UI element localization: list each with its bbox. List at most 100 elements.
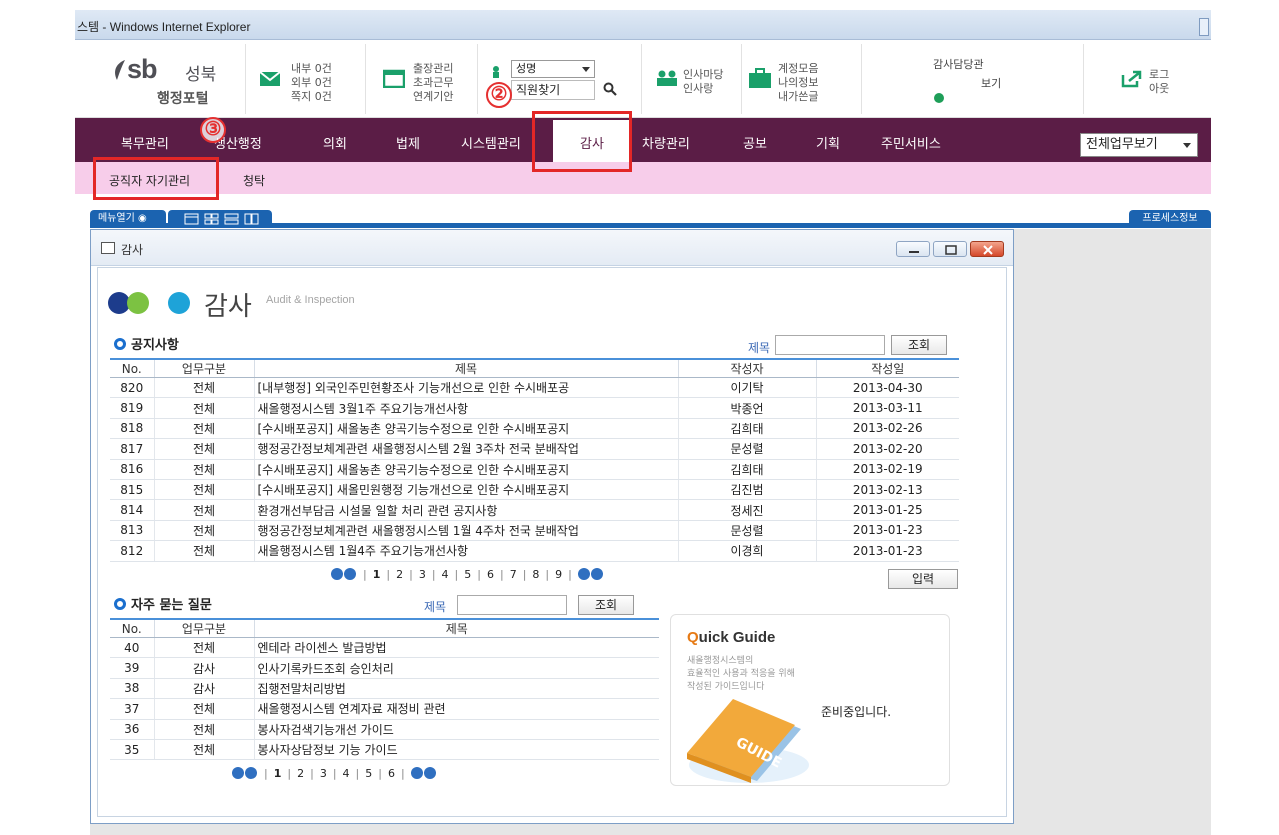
cell-title-link[interactable]: 새올행정시스템 3월1주 주요기능개선사항	[253, 397, 678, 419]
window-restore-button[interactable]	[1199, 18, 1209, 36]
table-row[interactable]: 35 전체 봉사자상담정보 기능 가이드	[110, 739, 659, 761]
cell-title-link[interactable]: 새올행정시스템 연계자료 재정비 관련	[253, 698, 659, 720]
hr-sarang[interactable]: 인사랑	[683, 82, 723, 96]
nav-item-service-management[interactable]: 복무관리	[121, 133, 169, 152]
minimize-button[interactable]	[896, 241, 930, 257]
table-row[interactable]: 813 전체 행정공간정보체계관련 새올행정시스템 1월 4주차 전국 분배작업 문성…	[110, 520, 959, 542]
trip-links[interactable]: 출장관리 초과근무 연계기안	[413, 62, 453, 104]
cell-title-link[interactable]: 봉사자상담정보 기능 가이드	[253, 739, 659, 761]
page-link[interactable]: 1	[373, 568, 381, 581]
nav-item-resident-services[interactable]: 주민서비스	[881, 133, 941, 152]
close-button[interactable]	[970, 241, 1004, 257]
cell-title-link[interactable]: 행정공간정보체계관련 새올행정시스템 2월 3주차 전국 분배작업	[253, 438, 678, 460]
nav-item-council[interactable]: 의회	[323, 133, 347, 152]
page-link[interactable]: 3	[320, 767, 327, 780]
faq-search-input[interactable]	[457, 595, 567, 615]
notice-input-button[interactable]: 입력	[888, 569, 958, 589]
cell-title-link[interactable]: 행정공간정보체계관련 새올행정시스템 1월 4주차 전국 분배작업	[253, 520, 678, 542]
logout-icon[interactable]	[1121, 70, 1143, 88]
table-row[interactable]: 39 감사 인사기록카드조회 승인처리	[110, 657, 659, 679]
mail-counts[interactable]: 내부 0건 외부 0건 쪽지 0건	[291, 62, 332, 104]
search-type-select[interactable]: 성명	[511, 60, 595, 78]
my-info[interactable]: 나의정보	[778, 76, 818, 90]
logo[interactable]: sb 성북 행정포털	[113, 54, 233, 107]
page-link[interactable]: 9	[555, 568, 562, 581]
page-link[interactable]: 4	[343, 767, 350, 780]
nav-item-vehicle-management[interactable]: 차량관리	[642, 133, 690, 152]
table-row[interactable]: 819 전체 새올행정시스템 3월1주 주요기능개선사항 박종언 2013-03-11	[110, 397, 959, 419]
column-no[interactable]: No.	[110, 618, 154, 638]
table-row[interactable]: 812 전체 새올행정시스템 1월4주 주요기능개선사항 이경희 2013-01-23	[110, 540, 959, 562]
table-row[interactable]: 40 전체 엔테라 라이센스 발급방법	[110, 637, 659, 659]
page-link[interactable]: 8	[532, 568, 539, 581]
maximize-button[interactable]	[933, 241, 967, 257]
cell-title-link[interactable]: 환경개선부담금 시설물 일할 처리 관련 공지사항	[253, 499, 678, 521]
table-row[interactable]: 817 전체 행정공간정보체계관련 새올행정시스템 2월 3주차 전국 분배작업 문성…	[110, 438, 959, 460]
page-link[interactable]: 7	[510, 568, 517, 581]
employee-search-input[interactable]: 직원찾기	[511, 80, 595, 100]
page-link[interactable]: 6	[388, 767, 395, 780]
first-page-icon[interactable]	[232, 767, 244, 779]
cell-title-link[interactable]: 봉사자검색기능개선 가이드	[253, 719, 659, 740]
page-link[interactable]: 5	[365, 767, 372, 780]
all-business-select[interactable]: 전체업무보기	[1080, 133, 1198, 157]
next-page-icon[interactable]	[577, 568, 590, 580]
table-row[interactable]: 820 전체 [내부행정] 외국인주민현황조사 기능개선으로 인한 수시배포공 이기탁…	[110, 377, 959, 399]
column-date[interactable]: 작성일	[815, 358, 959, 378]
notice-search-button[interactable]: 조회	[891, 335, 947, 355]
table-row[interactable]: 814 전체 환경개선부담금 시설물 일할 처리 관련 공지사항 정세진 2013-01…	[110, 499, 959, 521]
first-page-icon[interactable]	[331, 568, 343, 580]
cell-title-link[interactable]: 새올행정시스템 1월4주 주요기능개선사항	[253, 540, 678, 562]
column-no[interactable]: No.	[110, 358, 154, 378]
subnav-item-solicitation[interactable]: 청탁	[243, 172, 265, 189]
nav-item-public-relations[interactable]: 공보	[743, 133, 767, 152]
last-page-icon[interactable]	[423, 767, 436, 779]
cell-title-link[interactable]: [수시배포공지] 새올농촌 양곡기능수정으로 인한 수시배포공지	[253, 459, 678, 480]
nav-item-planning[interactable]: 기획	[816, 133, 840, 152]
window-titlebar[interactable]: 감사	[91, 230, 1013, 266]
page-link[interactable]: 5	[464, 568, 471, 581]
cell-title-link[interactable]: [수시배포공지] 새올농촌 양곡기능수정으로 인한 수시배포공지	[253, 418, 678, 440]
page-link[interactable]: 4	[442, 568, 449, 581]
last-page-icon[interactable]	[590, 568, 603, 580]
cell-title-link[interactable]: 인사기록카드조회 승인처리	[253, 657, 659, 679]
auditor-view-link[interactable]: 보기	[981, 75, 1001, 91]
hr-madang[interactable]: 인사마당	[683, 68, 723, 82]
account-links[interactable]: 계정모음 나의정보 내가쓴글	[778, 62, 818, 104]
column-author[interactable]: 작성자	[677, 358, 816, 378]
page-link[interactable]: 2	[396, 568, 403, 581]
column-title[interactable]: 제목	[253, 618, 659, 638]
page-link[interactable]: 2	[297, 767, 304, 780]
cell-title-link[interactable]: [내부행정] 외국인주민현황조사 기능개선으로 인한 수시배포공	[253, 377, 678, 399]
faq-search-button[interactable]: 조회	[578, 595, 634, 615]
page-link[interactable]: 1	[274, 767, 282, 780]
my-posts[interactable]: 내가쓴글	[778, 90, 818, 104]
search-icon[interactable]	[603, 82, 617, 96]
layout-icons[interactable]	[184, 213, 264, 225]
column-category[interactable]: 업무구분	[153, 358, 254, 378]
table-row[interactable]: 816 전체 [수시배포공지] 새올농촌 양곡기능수정으로 인한 수시배포공지 김희태…	[110, 459, 959, 480]
mail-internal[interactable]: 내부 0건	[291, 62, 332, 76]
prev-page-icon[interactable]	[344, 568, 356, 580]
cell-title-link[interactable]: [수시배포공지] 새올민원행정 기능개선으로 인한 수시배포공지	[253, 479, 678, 501]
account-collection[interactable]: 계정모음	[778, 62, 818, 76]
overtime[interactable]: 초과근무	[413, 76, 453, 90]
hr-links[interactable]: 인사마당 인사랑	[683, 68, 723, 96]
page-link[interactable]: 3	[419, 568, 426, 581]
nav-item-system-management[interactable]: 시스템관리	[461, 133, 521, 152]
column-category[interactable]: 업무구분	[153, 618, 254, 638]
quick-guide-panel[interactable]: Quick Guide 새올행정시스템의 효율적인 사용과 적응을 위해 작성된…	[670, 614, 950, 786]
next-page-icon[interactable]	[410, 767, 423, 779]
linked-draft[interactable]: 연계기안	[413, 90, 453, 104]
cell-title-link[interactable]: 집행전말처리방법	[253, 678, 659, 700]
table-row[interactable]: 815 전체 [수시배포공지] 새올민원행정 기능개선으로 인한 수시배포공지 김진범…	[110, 479, 959, 501]
process-info-tab[interactable]: 프로세스정보	[1129, 210, 1211, 228]
menu-open-tab[interactable]: 메뉴열기 ◉	[90, 210, 166, 228]
nav-item-legislation[interactable]: 법제	[396, 133, 420, 152]
table-row[interactable]: 38 감사 집행전말처리방법	[110, 678, 659, 700]
page-link[interactable]: 6	[487, 568, 494, 581]
trip-management[interactable]: 출장관리	[413, 62, 453, 76]
logout-button[interactable]: 로그 아웃	[1149, 68, 1169, 96]
column-title[interactable]: 제목	[253, 358, 678, 378]
table-row[interactable]: 818 전체 [수시배포공지] 새올농촌 양곡기능수정으로 인한 수시배포공지 김희태…	[110, 418, 959, 440]
